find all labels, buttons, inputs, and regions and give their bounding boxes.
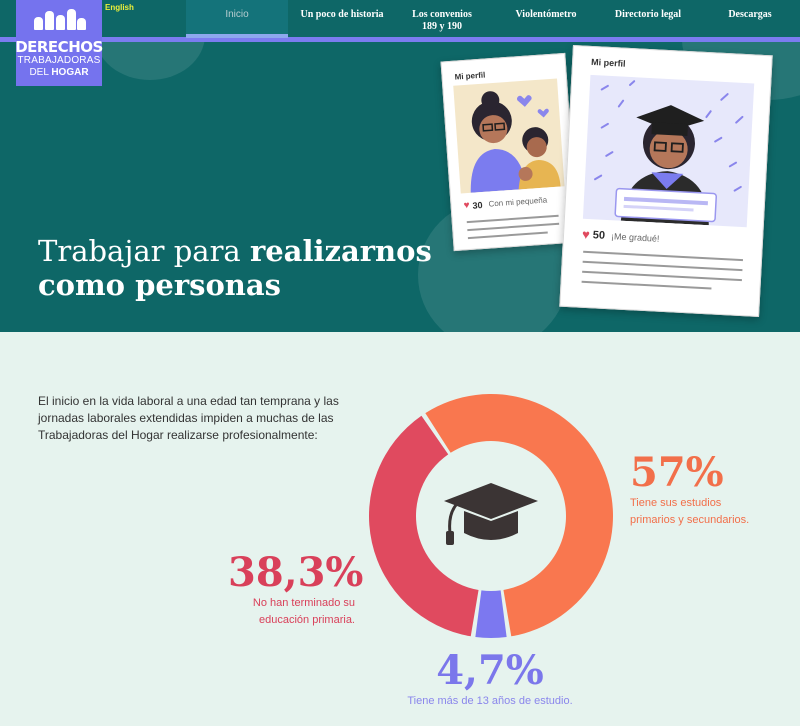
placeholder-line xyxy=(582,260,743,272)
nav-inicio[interactable]: Inicio xyxy=(186,0,288,38)
language-switch-link[interactable]: English xyxy=(105,3,134,12)
stat-47: 4,7% Tiene más de 13 años de estudio. xyxy=(400,649,580,710)
nav-descargas[interactable]: Descargas xyxy=(722,0,778,38)
profile-label: Mi perfil xyxy=(590,56,626,69)
placeholder-line xyxy=(582,270,742,282)
stat-383: 38,3% No han terminado su educación prim… xyxy=(228,549,364,629)
stat-value: 38,3% xyxy=(228,549,364,596)
logo-title: DERECHOS xyxy=(15,38,103,56)
people-icon xyxy=(34,8,86,30)
likes-row: ♥ 50 ¡Me gradué! xyxy=(582,227,660,246)
placeholder-line xyxy=(467,231,548,240)
likes-count: 30 xyxy=(472,199,483,211)
nav-convenios[interactable]: Los convenios 189 y 190 xyxy=(400,0,484,38)
mother-child-illustration xyxy=(453,78,565,194)
placeholder-line xyxy=(466,214,559,224)
profile-card-large: Mi perfil ♥ 50 ¡Me gradué! xyxy=(559,44,773,318)
stat-desc: primarios y secundarios. xyxy=(630,514,750,526)
placeholder-line xyxy=(583,250,744,262)
heart-icon[interactable]: ♥ xyxy=(463,200,470,211)
stat-value: 57% xyxy=(630,449,724,496)
stat-57: 57% Tiene sus estudios primarios y secun… xyxy=(630,451,749,529)
graduate-illustration xyxy=(582,74,755,228)
intro-paragraph: El inicio en la vida laboral a una edad … xyxy=(38,394,339,442)
nav-directorio[interactable]: Directorio legal xyxy=(608,0,688,38)
heart-icon[interactable]: ♥ xyxy=(582,227,590,242)
hero-title: Trabajar para realizarnos como personas xyxy=(38,234,432,302)
placeholder-line xyxy=(581,280,712,290)
logo-subtitle-2: DEL HOGAR xyxy=(29,67,89,78)
photo-caption: Con mi pequeña xyxy=(488,195,548,209)
nav-historia[interactable]: Un poco de historia xyxy=(294,0,390,38)
stat-desc: educación primaria. xyxy=(259,614,355,626)
stat-desc: Tiene sus estudios xyxy=(630,497,722,509)
donut-slice-1 xyxy=(475,590,507,638)
photo-caption: ¡Me gradué! xyxy=(610,230,660,244)
hero-section: DERECHOS TRABAJADORAS DEL HOGAR English … xyxy=(0,0,800,332)
graduation-cap-icon xyxy=(444,483,538,545)
stat-desc: No han terminado su xyxy=(252,597,355,609)
stat-desc: Tiene más de 13 años de estudio. xyxy=(407,695,573,707)
likes-row: ♥ 30 Con mi pequeña xyxy=(463,195,547,212)
placeholder-line xyxy=(467,222,560,232)
stat-value: 4,7% xyxy=(436,647,544,694)
site-logo[interactable]: DERECHOS TRABAJADORAS DEL HOGAR xyxy=(15,0,103,86)
logo-subtitle: TRABAJADORAS xyxy=(17,55,101,66)
likes-count: 50 xyxy=(592,228,606,242)
profile-label: Mi perfil xyxy=(454,70,486,82)
nav-violentometro[interactable]: Violentómetro xyxy=(508,0,584,38)
profile-card-small: Mi perfil ♥ 30 Con mi pequeña xyxy=(440,52,579,252)
